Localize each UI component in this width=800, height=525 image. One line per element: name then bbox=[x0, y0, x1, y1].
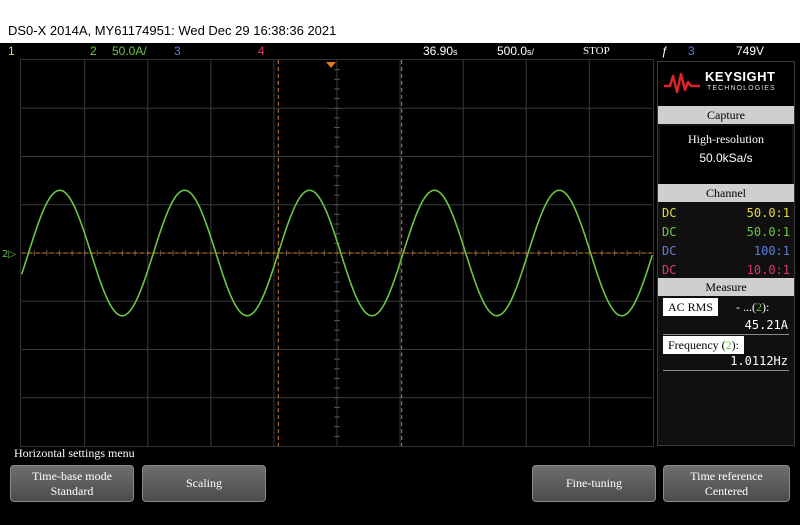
channel-probe-ratio: 100:1 bbox=[753, 244, 790, 258]
measurement-divider bbox=[663, 334, 789, 335]
softkey-value: Centered bbox=[704, 483, 749, 498]
channel-probe-ratio: 50.0:1 bbox=[746, 225, 790, 239]
channel-coupling: DC bbox=[662, 206, 677, 220]
keysight-logo-icon bbox=[664, 72, 700, 94]
capture-header[interactable]: Capture bbox=[658, 106, 794, 124]
window-title: DS0-X 2014A, MY61174951: Wed Dec 29 16:3… bbox=[8, 23, 337, 38]
measure-header[interactable]: Measure bbox=[658, 278, 794, 296]
channel-2-ground-marker[interactable]: 2▷ bbox=[2, 249, 16, 260]
capture-info: High-resolution 50.0kSa/s bbox=[660, 126, 792, 186]
softkey-fine-tuning[interactable]: Fine-tuning bbox=[532, 465, 656, 502]
softkey-time-reference[interactable]: Time reference Centered bbox=[663, 465, 790, 502]
brand-subtitle: TECHNOLOGIES bbox=[707, 85, 776, 92]
capture-mode: High-resolution bbox=[688, 132, 764, 146]
waveform-grid[interactable] bbox=[20, 59, 654, 447]
softkey-scaling[interactable]: Scaling bbox=[142, 465, 266, 502]
timebase-value: 500.0s/ bbox=[497, 44, 535, 58]
channel-row-4[interactable]: DC 10.0:1 bbox=[658, 261, 794, 279]
channel-coupling: DC bbox=[662, 225, 677, 239]
measurement-source: - ...(2): bbox=[736, 300, 770, 314]
measurement-label: Frequency (2): bbox=[663, 336, 744, 354]
menu-title: Horizontal settings menu bbox=[14, 446, 135, 460]
trigger-source: 3 bbox=[688, 44, 695, 58]
channel-row-1[interactable]: DC 50.0:1 bbox=[658, 204, 794, 222]
sample-rate: 50.0kSa/s bbox=[699, 151, 753, 165]
run-state[interactable]: STOP bbox=[583, 45, 610, 57]
trigger-icon: ƒ bbox=[661, 44, 668, 58]
channel-probe-ratio: 50.0:1 bbox=[746, 206, 790, 220]
status-bar: 1 2 50.0A/ 3 4 36.90s 500.0s/ STOP ƒ 3 7… bbox=[0, 43, 800, 59]
softkey-label: Time-base mode bbox=[32, 468, 112, 483]
channel-2-indicator[interactable]: 2 bbox=[90, 44, 97, 58]
brand-name: KEYSIGHT bbox=[705, 69, 776, 84]
keysight-logo: KEYSIGHT TECHNOLOGIES bbox=[658, 62, 794, 106]
measurement-divider bbox=[663, 370, 789, 371]
measurement-label: AC RMS bbox=[663, 298, 719, 316]
channel-1-indicator[interactable]: 1 bbox=[8, 44, 15, 58]
channel-coupling: DC bbox=[662, 244, 677, 258]
channel-coupling: DC bbox=[662, 263, 677, 277]
side-panel: KEYSIGHT TECHNOLOGIES Capture High-resol… bbox=[657, 61, 795, 446]
softkey-label: Fine-tuning bbox=[566, 476, 622, 490]
softkey-value: Standard bbox=[50, 483, 94, 498]
channel-4-indicator[interactable]: 4 bbox=[258, 44, 265, 58]
trigger-level: 749V bbox=[736, 44, 765, 58]
oscilloscope-screen: 1 2 50.0A/ 3 4 36.90s 500.0s/ STOP ƒ 3 7… bbox=[0, 43, 800, 525]
softkey-time-base-mode[interactable]: Time-base mode Standard bbox=[10, 465, 134, 502]
measurement-value: 45.21A bbox=[744, 318, 788, 332]
softkey-label: Time reference bbox=[690, 468, 763, 483]
measurement-value: 1.0112Hz bbox=[730, 354, 788, 368]
channel-header[interactable]: Channel bbox=[658, 184, 794, 202]
channel-2-scale: 50.0A/ bbox=[112, 44, 147, 58]
channel-row-3[interactable]: DC 100:1 bbox=[658, 242, 794, 260]
channel-probe-ratio: 10.0:1 bbox=[746, 263, 790, 277]
softkey-label: Scaling bbox=[186, 476, 222, 490]
time-delay-value: 36.90s bbox=[423, 44, 458, 58]
channel-3-indicator[interactable]: 3 bbox=[174, 44, 181, 58]
channel-row-2[interactable]: DC 50.0:1 bbox=[658, 223, 794, 241]
trigger-position-marker bbox=[326, 61, 337, 68]
